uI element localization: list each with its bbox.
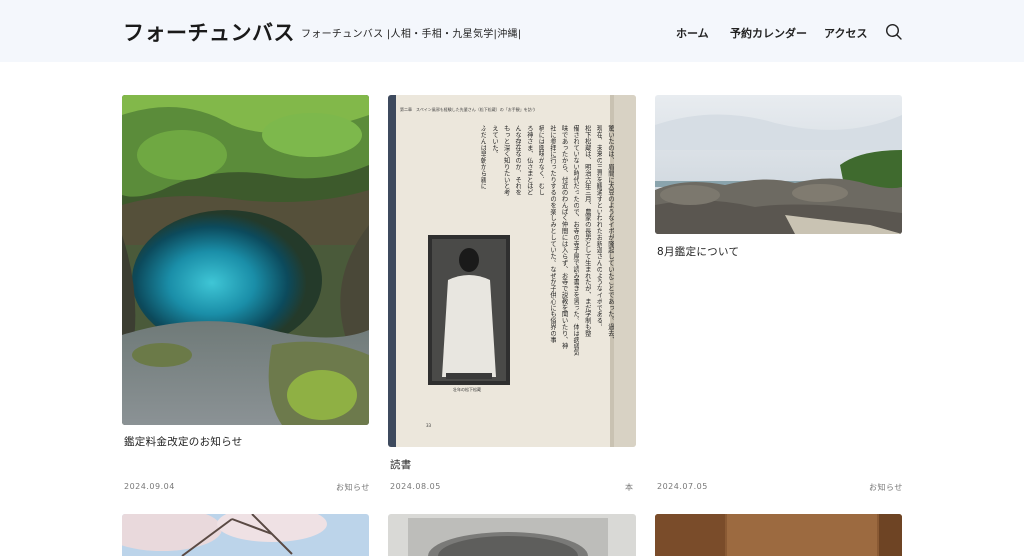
post-thumbnail-stone-plate[interactable] bbox=[388, 514, 636, 556]
book-text-column: 現在、未来の三界を観通すといわれたお釈迦さんのようなイボである。 bbox=[595, 125, 603, 330]
book-photo-caption: 壮年の松下松蔵 bbox=[453, 387, 481, 392]
book-text-columns: 驚いたのは、眉間に大豆のようなイボが隆起していたことであった。過去、 現在、未来の… bbox=[480, 125, 614, 425]
book-page-number: 33 bbox=[426, 423, 432, 428]
book-text-column: 松下松蔵は、明治六年三月、農家の長男として生まれたが、まだ学制も整 bbox=[584, 125, 591, 337]
book-text-column: 社に参拝に行ったりするのを楽しみとしていた。なぜか子供心にも俗界の事 bbox=[549, 125, 557, 343]
nav-home[interactable]: ホーム bbox=[676, 25, 709, 41]
book-text-column: もっと深く知りたいと考 bbox=[503, 125, 510, 196]
post-category[interactable]: お知らせ bbox=[869, 482, 903, 493]
post-title[interactable]: 8月鑑定について bbox=[657, 244, 739, 259]
post-thumbnail-cherry-blossom[interactable] bbox=[122, 514, 369, 556]
post-thumbnail-wood[interactable] bbox=[655, 514, 902, 556]
book-text-column: んな存在なのか、それを bbox=[514, 125, 522, 196]
post-date: 2024.08.05 bbox=[390, 482, 441, 491]
nav-access[interactable]: アクセス bbox=[824, 25, 867, 41]
book-text-column: 備されていない時代だったので、お寺の寺子屋で読み書きを習った。体は病弱気 bbox=[572, 125, 580, 356]
post-category[interactable]: 本 bbox=[625, 482, 634, 493]
search-icon bbox=[885, 23, 902, 40]
nav-reservation-calendar[interactable]: 予約カレンダー bbox=[730, 25, 807, 41]
book-text-column: ふだんは早朝から親に bbox=[479, 125, 487, 189]
post-thumbnail-blue-spring[interactable] bbox=[122, 95, 369, 425]
book-text-column: 柄には興味がなく、むし bbox=[537, 125, 545, 196]
post-thumbnail-book[interactable]: 第二章 スペイン風邪も経験した先輩さん（松下松蔵）の「お手観」を訪う 驚いたのは… bbox=[388, 95, 636, 447]
site-header: フォーチュンバス フォーチュンバス |人相・手相・九星気学|沖縄| ホーム 予約… bbox=[0, 0, 1024, 62]
post-title[interactable]: 鑑定料金改定のお知らせ bbox=[124, 434, 243, 449]
post-date: 2024.09.04 bbox=[124, 482, 175, 491]
book-page-header: 第二章 スペイン風邪も経験した先輩さん（松下松蔵）の「お手観」を訪う bbox=[400, 107, 536, 112]
post-thumbnail-coast[interactable] bbox=[655, 95, 902, 234]
post-date: 2024.07.05 bbox=[657, 482, 708, 491]
book-text-column: ろ神さま、仏さまとはど bbox=[526, 125, 533, 196]
book-text-column: 味であったから、付近のわんぱく仲間には入らず、お寺で説教を聞いたり、神 bbox=[561, 125, 568, 349]
site-tagline: フォーチュンバス |人相・手相・九星気学|沖縄| bbox=[301, 29, 522, 40]
post-title[interactable]: 読書 bbox=[390, 457, 412, 472]
site-title[interactable]: フォーチュンバス bbox=[123, 17, 295, 47]
post-category[interactable]: お知らせ bbox=[336, 482, 370, 493]
search-button[interactable] bbox=[884, 22, 904, 42]
book-text-column: 驚いたのは、眉間に大豆のようなイボが隆起していたことであった。過去、 bbox=[607, 125, 614, 343]
book-text-column: えていた。 bbox=[491, 125, 499, 157]
